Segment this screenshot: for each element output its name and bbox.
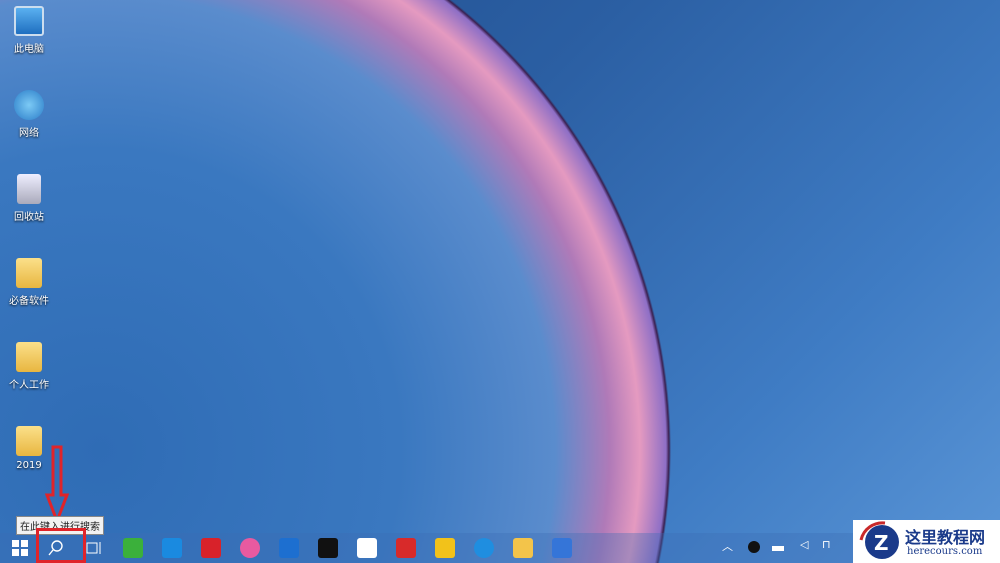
folder-shortcut-icon xyxy=(16,342,42,372)
icon-label: 必备软件 xyxy=(9,296,49,307)
red-arrow-annotation xyxy=(45,445,69,525)
network-tray-icon[interactable]: ⊓ xyxy=(822,538,831,551)
network-icon xyxy=(14,90,44,120)
start-button[interactable] xyxy=(10,538,30,558)
battery-icon[interactable] xyxy=(772,546,784,551)
icon-label: 网络 xyxy=(19,128,39,139)
desktop-icon-this-pc[interactable]: 此电脑 xyxy=(6,6,52,55)
watermark-url: herecours.com xyxy=(907,546,983,557)
taskbar-app-yellow-app[interactable] xyxy=(435,538,455,558)
watermark: Z 这里教程网 herecours.com xyxy=(853,520,1000,563)
icon-label: 此电脑 xyxy=(14,44,44,55)
desktop-icon-network[interactable]: 网络 xyxy=(6,90,52,139)
taskbar-app-it-app[interactable] xyxy=(201,538,221,558)
volume-icon[interactable]: ◁ xyxy=(800,538,808,551)
svg-text:Z: Z xyxy=(874,531,889,555)
folder-icon xyxy=(16,426,42,456)
watermark-logo: Z xyxy=(859,521,899,559)
desktop-icon-recycle-bin[interactable]: 回收站 xyxy=(6,174,52,223)
icon-label: 个人工作 xyxy=(9,380,49,391)
desktop-icon-work[interactable]: 个人工作 xyxy=(6,342,52,391)
taskbar-app-file-explorer[interactable] xyxy=(513,538,533,558)
windows-icon xyxy=(12,540,28,556)
folder-icon xyxy=(16,258,42,288)
icon-label: 2019 xyxy=(16,460,42,471)
recycle-bin-icon xyxy=(17,174,41,204)
taskbar-app-edge[interactable] xyxy=(474,538,494,558)
taskbar xyxy=(0,533,1000,563)
taskbar-app-wechat[interactable] xyxy=(123,538,143,558)
task-view-button[interactable] xyxy=(84,538,104,558)
task-view-icon xyxy=(86,542,101,554)
watermark-title: 这里教程网 xyxy=(905,528,986,547)
taskbar-app-color-wheel[interactable] xyxy=(240,538,260,558)
taskbar-app-wps[interactable] xyxy=(552,538,572,558)
taskbar-app-qq[interactable] xyxy=(318,538,338,558)
red-highlight-box xyxy=(36,528,86,563)
taskbar-app-app-tools[interactable] xyxy=(279,538,299,558)
taskbar-app-fox-app[interactable] xyxy=(357,538,377,558)
show-hidden-icons-button[interactable]: ︿ xyxy=(722,538,733,554)
computer-icon xyxy=(14,6,44,36)
icon-label: 回收站 xyxy=(14,212,44,223)
taskbar-app-red-app[interactable] xyxy=(396,538,416,558)
desktop-icon-software[interactable]: 必备软件 xyxy=(6,258,52,307)
tray-app-icon[interactable] xyxy=(748,541,760,553)
taskbar-app-app-blue[interactable] xyxy=(162,538,182,558)
